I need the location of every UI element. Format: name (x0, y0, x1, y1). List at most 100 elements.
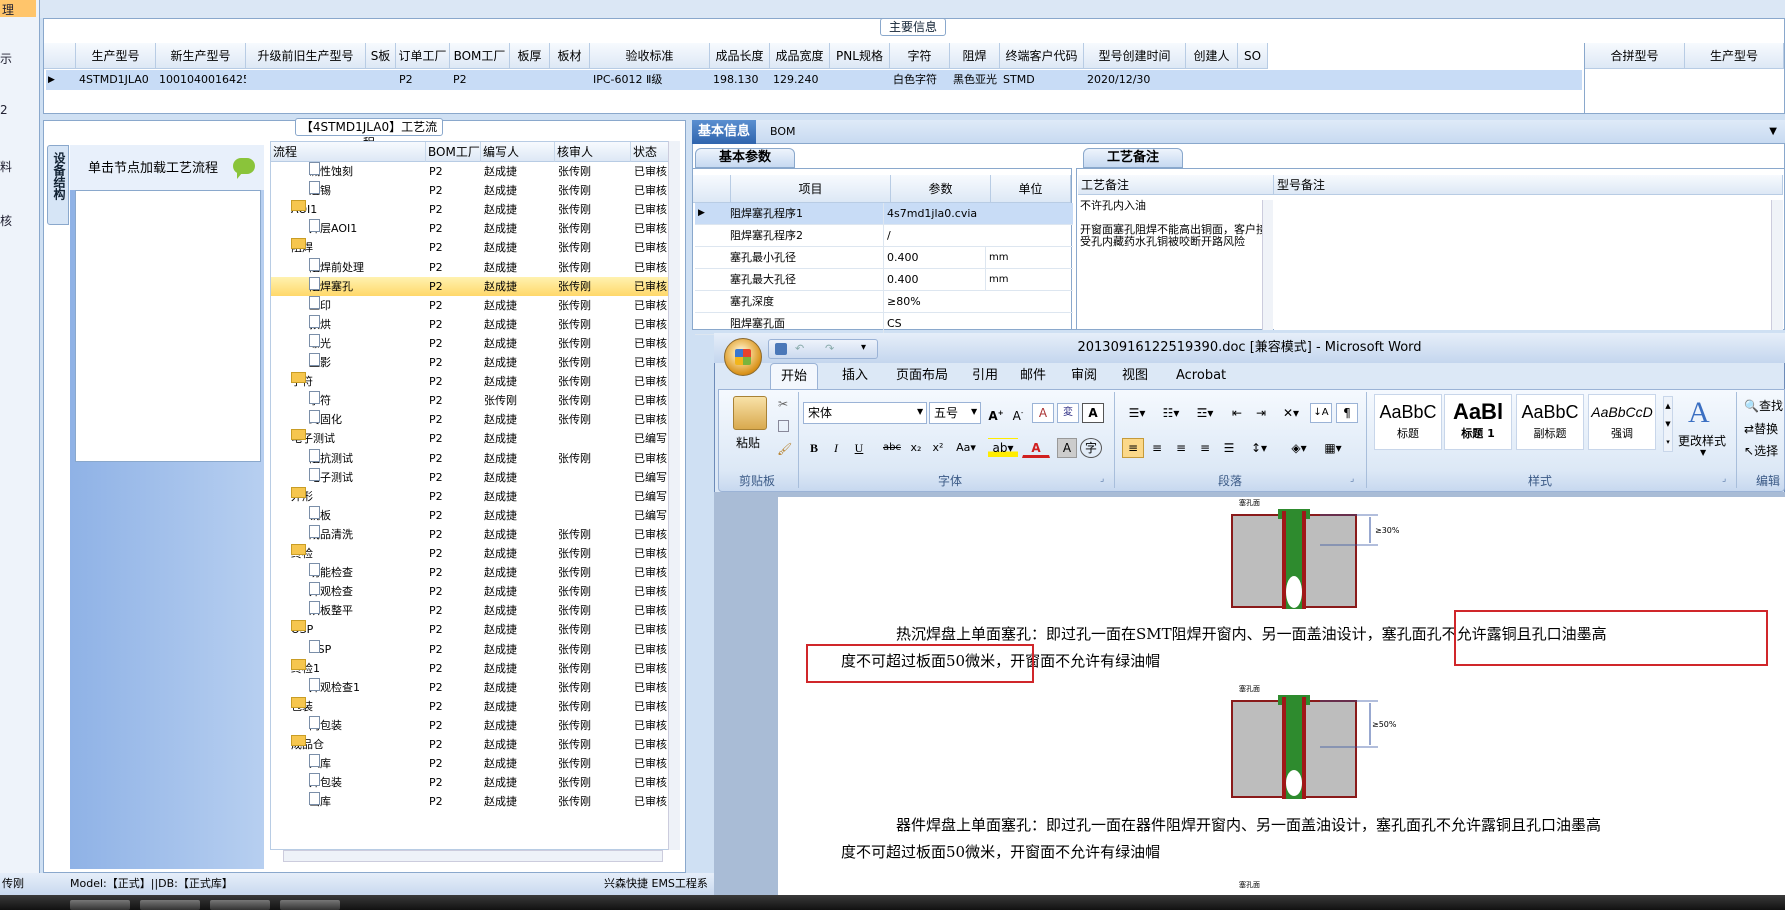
col-header[interactable]: 核审人 (555, 142, 631, 162)
main-info-cell[interactable] (369, 70, 396, 90)
dialog-launcher-icon[interactable]: ⌟ (1350, 474, 1354, 484)
sidebar-tab[interactable]: 设备结构 (47, 145, 69, 225)
ribbon-tab[interactable]: 开始 (770, 363, 819, 389)
col-header[interactable]: 流程 (271, 142, 426, 162)
tree-row[interactable]: −电子测试 P2 赵成捷 已编写 (271, 429, 671, 448)
param-value[interactable]: 0.400 (883, 269, 981, 290)
ribbon-tab[interactable]: Acrobat (1166, 363, 1236, 389)
multilevel-list-icon[interactable]: ☲▾ (1190, 403, 1220, 423)
param-value[interactable]: CS (883, 313, 981, 334)
left-nav-item[interactable]: 示 (0, 50, 12, 67)
dialog-launcher-icon[interactable]: ⌟ (1722, 474, 1726, 484)
col-header[interactable]: 状态 (631, 142, 669, 162)
col-header[interactable]: 订单工厂 (396, 43, 450, 69)
main-info-cell[interactable]: STMD (1003, 70, 1084, 90)
format-painter-icon[interactable]: 🖌 (777, 442, 792, 456)
chevron-down-icon[interactable]: ▼ (971, 407, 977, 416)
undo-icon[interactable]: ↶ (795, 342, 804, 355)
tab-bom[interactable]: BOM (764, 120, 802, 144)
main-info-cell[interactable]: 129.240 (773, 70, 830, 90)
tree-row[interactable]: 外观检查1 P2 赵成捷 张传刚 已审核 (271, 677, 671, 697)
shrink-font-icon[interactable]: A- (1008, 403, 1028, 423)
tree-row[interactable]: −外形 P2 赵成捷 已编写 (271, 486, 671, 506)
col-header[interactable]: BOM工厂 (426, 142, 481, 162)
highlight-icon[interactable]: ab▾ (988, 438, 1018, 458)
main-info-cell[interactable] (513, 70, 550, 90)
change-case-icon[interactable]: Aa▾ (951, 438, 981, 458)
tab-base-info[interactable]: 基本信息 (692, 120, 757, 144)
sidebar-list[interactable] (75, 190, 261, 462)
tree-row[interactable]: 终固化 P2 赵成捷 张传刚 已审核 (271, 410, 671, 429)
tree-row[interactable]: −包装 P2 赵成捷 张传刚 已审核 (271, 696, 671, 716)
param-value[interactable]: ≥80% (883, 291, 981, 312)
col-header[interactable]: 板材 (550, 43, 590, 69)
phonetic-icon[interactable]: 変 (1057, 403, 1079, 423)
style-gallery-item[interactable]: AaBbC 标题 (1374, 394, 1442, 450)
tree-row[interactable]: 曝光 P2 赵成捷 张传刚 已审核 (271, 333, 671, 353)
main-info-cell[interactable]: 198.130 (713, 70, 770, 90)
tree-row[interactable]: 阻焊塞孔 P2 赵成捷 张传刚 已审核 (271, 276, 671, 296)
col-header[interactable]: 验收标准 (590, 43, 710, 69)
line-spacing-icon[interactable]: ↕▾ (1244, 438, 1274, 458)
tree-row[interactable]: 退锡 P2 赵成捷 张传刚 已审核 (271, 181, 671, 200)
enclose-char-icon[interactable]: 字 (1080, 438, 1102, 458)
paste-button[interactable]: 粘贴 (736, 434, 760, 451)
tree-row[interactable]: 外观检查 P2 赵成捷 张传刚 已审核 (271, 582, 671, 601)
replace-button[interactable]: ⇄替换 (1744, 420, 1778, 437)
tree-row[interactable]: 入库 P2 赵成捷 张传刚 已审核 (271, 754, 671, 773)
font-name-select[interactable]: 宋体 (803, 402, 927, 424)
col-header[interactable]: 生产型号 (1685, 43, 1784, 69)
param-row[interactable]: ▶ 阻焊塞孔程序1 4s7md1jla0.cvia (695, 203, 1073, 225)
col-header[interactable]: 型号创建时间 (1084, 43, 1186, 69)
col-header[interactable]: 生产型号 (76, 43, 156, 69)
tree-horizontal-scrollbar[interactable] (283, 850, 663, 862)
clear-format-icon[interactable]: A (1032, 403, 1054, 423)
tree-row[interactable]: 功能检查 P2 赵成捷 张传刚 已审核 (271, 563, 671, 582)
doc-paragraph-2a[interactable]: 器件焊盘上单面塞孔：即过孔一面在器件阻焊开窗内、另一面盖油设计，塞孔面孔不允许露… (896, 815, 1601, 835)
main-info-cell[interactable] (1189, 70, 1238, 90)
decrease-indent-icon[interactable]: ⇤ (1226, 403, 1248, 423)
sort-icon[interactable]: ↓A (1310, 403, 1332, 423)
col-header[interactable]: 字符 (890, 43, 950, 69)
note-scrollbar[interactable] (1262, 200, 1273, 330)
style-gallery-item[interactable]: AaBbCcD 强调 (1588, 394, 1656, 450)
doc-paragraph-2b[interactable]: 度不可超过板面50微米，开窗面不允许有绿油帽 (841, 842, 1160, 862)
tree-row[interactable]: 外包装 P2 赵成捷 张传刚 已审核 (271, 773, 671, 792)
numbering-icon[interactable]: ☷▾ (1156, 403, 1186, 423)
ribbon-tab[interactable]: 视图 (1112, 363, 1158, 389)
superscript-icon[interactable]: x² (928, 438, 948, 458)
tree-row[interactable]: 预烘 P2 赵成捷 张传刚 已审核 (271, 314, 671, 334)
font-color-icon[interactable]: A (1022, 438, 1050, 458)
left-nav-item[interactable]: 核 (0, 212, 12, 229)
model-note-text[interactable] (1274, 200, 1782, 330)
left-nav-item[interactable]: 理 (2, 1, 14, 18)
col-header[interactable]: SO (1238, 43, 1268, 69)
quick-access-toolbar[interactable]: ↶ ↷ ▾ (768, 339, 878, 359)
left-nav-item[interactable]: 2 (0, 103, 8, 117)
char-border-icon[interactable]: A (1082, 403, 1104, 423)
style-gallery-item[interactable]: AaBl 标题 1 (1444, 394, 1512, 450)
tree-row[interactable]: 丝印 P2 赵成捷 张传刚 已审核 (271, 295, 671, 315)
main-info-cell[interactable]: P2 (399, 70, 450, 90)
tree-row[interactable]: OSP P2 赵成捷 张传刚 已审核 (271, 639, 671, 659)
tree-row[interactable]: −成品仓 P2 赵成捷 张传刚 已审核 (271, 735, 671, 754)
main-info-cell[interactable]: P2 (453, 70, 510, 90)
param-row[interactable]: 塞孔深度 ≥80% (695, 291, 1073, 313)
select-button[interactable]: ↖选择 (1744, 442, 1778, 459)
taskbar-button[interactable] (140, 900, 200, 910)
office-button-icon[interactable] (724, 338, 762, 376)
paste-icon[interactable] (733, 396, 767, 430)
main-info-cell[interactable] (553, 70, 590, 90)
tree-row[interactable]: 出库 P2 赵成捷 张传刚 已审核 (271, 792, 671, 811)
col-header[interactable]: 编写人 (481, 142, 555, 162)
col-header[interactable]: 项目 (731, 175, 891, 203)
tree-row[interactable]: 外层AOI1 P2 赵成捷 张传刚 已审核 (271, 219, 671, 238)
tab-process-notes[interactable]: 工艺备注 (1083, 148, 1183, 168)
copy-icon[interactable] (778, 420, 789, 432)
param-row[interactable]: 塞孔最大孔径 0.400 mm (695, 269, 1073, 291)
col-header[interactable]: 阻焊 (950, 43, 1000, 69)
chevron-down-icon[interactable]: ▼ (917, 407, 923, 416)
justify-icon[interactable]: ≡ (1194, 438, 1216, 458)
tree-row[interactable]: 烘板整平 P2 赵成捷 张传刚 已审核 (271, 601, 671, 620)
tree-row[interactable]: 内包装 P2 赵成捷 张传刚 已审核 (271, 715, 671, 735)
